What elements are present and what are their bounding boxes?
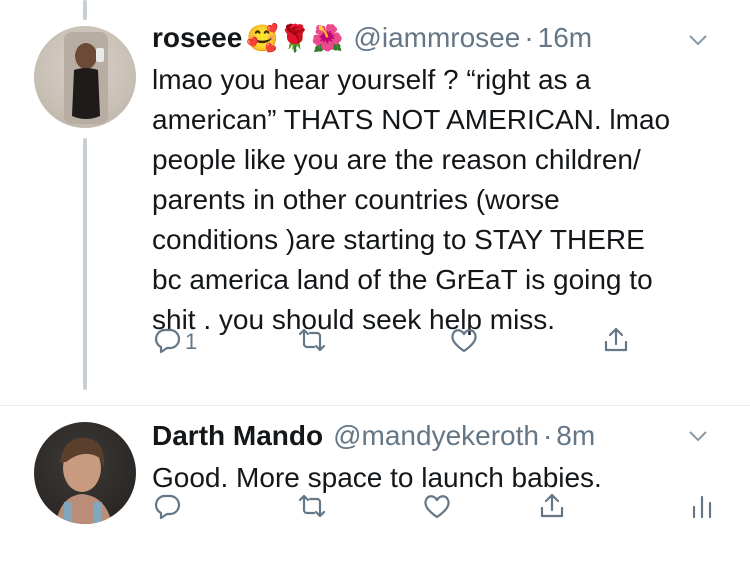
reply-button[interactable] [152,491,185,526]
reply-icon [152,325,182,360]
timestamp[interactable]: 16m [538,22,592,54]
reply-count: 1 [185,329,198,354]
retweet-icon [297,325,327,360]
share-button[interactable] [601,325,631,360]
separator-dot: · [542,420,553,451]
tweet-darth-mando[interactable]: Darth Mando @mandyekeroth · 8m Good. Mor… [0,406,750,564]
timestamp[interactable]: 8m [556,420,595,452]
separator-dot: · [524,22,534,53]
name-emojis: 🥰🌹🌺 [246,22,344,53]
share-icon [537,491,567,526]
tweet-header: roseee 🥰🌹🌺 @iammrosee · 16m [152,18,710,58]
tweet-content: roseee 🥰🌹🌺 @iammrosee · 16m lmao you hea… [152,18,710,340]
chevron-down-icon[interactable] [686,28,710,52]
username-handle[interactable]: @mandyekeroth [333,420,539,452]
like-icon [449,325,479,360]
tweet-content: Darth Mando @mandyekeroth · 8m Good. Mor… [152,416,710,498]
avatar[interactable] [34,26,136,128]
display-name[interactable]: Darth Mando [152,420,323,452]
username-handle[interactable]: @iammrosee [353,22,520,54]
display-name[interactable]: roseee [152,22,242,54]
thread-line [83,138,87,390]
retweet-button[interactable] [297,325,327,360]
chevron-down-icon[interactable] [686,424,710,448]
reply-icon [152,491,182,526]
retweet-button[interactable] [297,491,327,526]
like-button[interactable] [449,325,479,360]
tweet-text: lmao you hear yourself ? “right as a ame… [152,64,671,335]
share-button[interactable] [537,491,567,526]
share-icon [601,325,631,360]
like-button[interactable] [422,491,452,526]
reply-button[interactable]: 1 [152,325,197,360]
tweet-roseee[interactable]: roseee 🥰🌹🌺 @iammrosee · 16m lmao you hea… [0,0,750,406]
analytics-button[interactable] [687,491,717,526]
like-icon [422,491,452,526]
avatar[interactable] [34,422,136,524]
retweet-icon [297,491,327,526]
tweet-header: Darth Mando @mandyekeroth · 8m [152,416,710,456]
analytics-icon [687,491,717,526]
